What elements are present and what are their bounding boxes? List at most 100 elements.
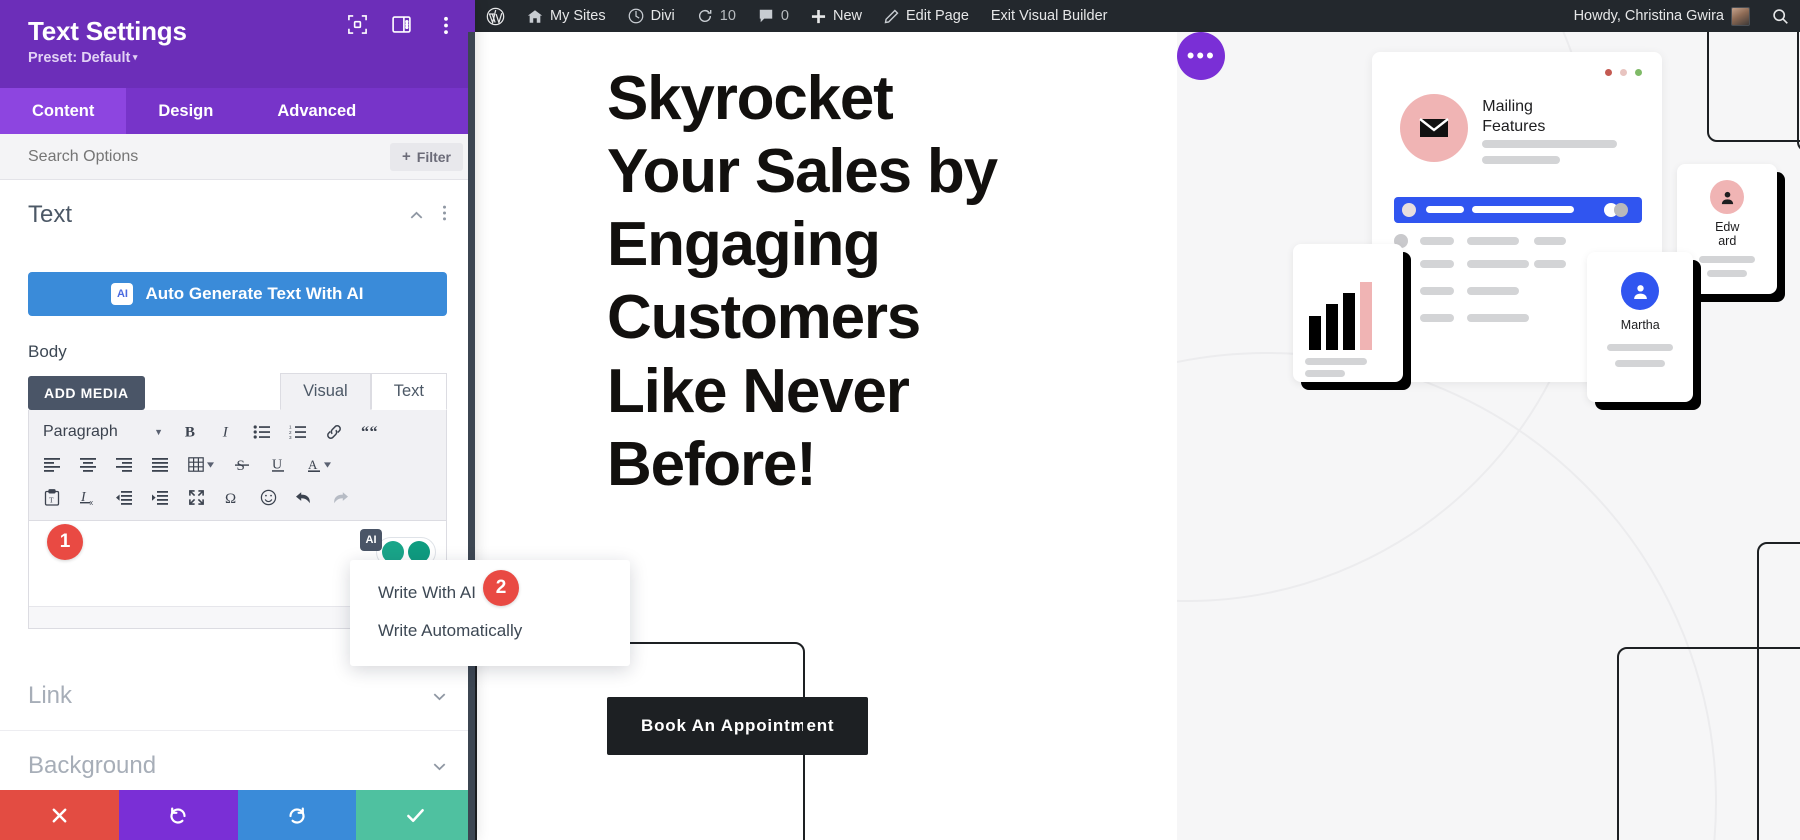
section-header-background[interactable]: Background [0,731,475,790]
special-character-icon[interactable]: Ω [215,482,249,513]
editor-topbar: ADD MEDIA Visual Text [28,372,447,410]
row-avatar [1402,203,1417,217]
filter-button[interactable]: + Filter [390,142,463,171]
panel-resize-handle[interactable] [468,32,475,840]
svg-text:x: x [90,500,94,506]
window-dot-green [1635,69,1643,76]
indent-icon[interactable] [143,482,177,513]
section-header-link[interactable]: Link [0,661,475,731]
format-select-value: Paragraph [43,422,118,440]
edward-name-line2: ard [1718,234,1737,248]
chevron-down-icon[interactable] [431,688,447,704]
comments-menu[interactable]: 0 [747,0,800,32]
divi-icon [628,8,644,24]
hero-left-column: Skyrocket Your Sales by Engaging Custome… [475,32,1191,840]
link-icon[interactable] [317,416,351,447]
italic-icon[interactable]: I [209,416,243,447]
outdent-icon[interactable] [107,482,141,513]
placeholder-bar [1467,314,1530,322]
fullscreen-icon[interactable] [179,482,213,513]
svg-text:I: I [221,424,228,440]
search-options-bar: + Filter [0,134,475,180]
my-sites-menu[interactable]: My Sites [516,0,617,32]
align-justify-icon[interactable] [143,449,177,480]
hero-right-column: Mailing Features Edw ard Martha ••• [1177,32,1800,840]
strikethrough-icon[interactable]: S [225,449,259,480]
edit-page-link[interactable]: Edit Page [873,0,980,32]
undo-icon[interactable] [287,482,321,513]
placeholder-bar [1482,156,1561,164]
account-menu[interactable]: Howdy, Christina Gwira [1563,0,1761,32]
placeholder-bar [1534,260,1567,268]
undo-button[interactable] [118,790,238,840]
placeholder-bar [1607,344,1674,351]
bulleted-list-icon[interactable] [245,416,279,447]
floating-action-button[interactable]: ••• [1177,32,1226,80]
layout-toggle-icon[interactable] [391,14,413,36]
tab-content[interactable]: Content [0,88,127,134]
updates-menu[interactable]: 10 [686,0,747,32]
svg-text:Ω: Ω [225,491,236,506]
add-media-button[interactable]: ADD MEDIA [28,376,145,410]
align-right-icon[interactable] [107,449,141,480]
window-dot-red [1605,69,1613,76]
tab-text[interactable]: Text [370,373,447,410]
admin-search-button[interactable] [1761,0,1800,32]
search-input[interactable] [28,147,390,166]
ai-icon[interactable]: AI [360,529,382,551]
align-left-icon[interactable] [35,449,69,480]
new-content-menu[interactable]: New [800,0,873,32]
tab-visual[interactable]: Visual [280,373,371,410]
chart-bar-4 [1360,282,1373,350]
menu-item-write-automatically[interactable]: Write Automatically [350,612,630,650]
align-center-icon[interactable] [71,449,105,480]
placeholder-bar [1420,260,1455,268]
wordpress-icon [486,7,505,26]
wordpress-admin-bar: My Sites Divi 10 0 New Edit Page Exit Vi… [475,0,1800,32]
section-tools-background [431,758,447,774]
divi-menu[interactable]: Divi [617,0,686,32]
redo-button[interactable] [237,790,357,840]
section-header-text[interactable]: Text [0,180,475,250]
emoji-icon[interactable] [251,482,285,513]
save-button[interactable] [356,790,475,840]
placeholder-bar [1420,314,1455,322]
edit-page-label: Edit Page [906,8,969,24]
redo-icon[interactable] [323,482,357,513]
mail-icon-circle [1400,94,1469,162]
divi-label: Divi [650,8,675,24]
settings-panel-footer [0,790,475,840]
editor-toolbar-row-1: Paragraph ▼ B I 1 2 3 “ “ [35,415,440,448]
chevron-down-icon[interactable] [431,758,447,774]
fullscreen-icon[interactable] [347,14,369,36]
numbered-list-icon[interactable]: 1 2 3 [281,416,315,447]
auto-generate-text-with-ai-button[interactable]: AI Auto Generate Text With AI [28,272,447,316]
section-more-icon[interactable] [442,204,447,226]
placeholder-bar [1699,256,1756,263]
chart-card [1293,244,1404,382]
edward-name-line1: Edw [1715,220,1740,234]
tab-advanced[interactable]: Advanced [245,88,388,134]
more-options-icon[interactable] [435,14,457,36]
wordpress-logo-button[interactable] [475,0,516,32]
placeholder-bar [1467,237,1520,245]
table-icon[interactable] [179,449,223,480]
page-title: Skyrocket Your Sales by Engaging Custome… [607,64,998,499]
blockquote-icon[interactable]: ““ [353,416,387,447]
tab-design[interactable]: Design [126,88,245,134]
paste-as-text-icon[interactable]: T [35,482,69,513]
preset-selector[interactable]: Preset: Default ▾ [28,50,453,66]
placeholder-bar [1707,270,1748,277]
underline-icon[interactable]: U [261,449,295,480]
format-select[interactable]: Paragraph ▼ [35,416,171,447]
page-canvas: Skyrocket Your Sales by Engaging Custome… [475,32,1800,840]
chevron-up-icon[interactable] [408,207,424,223]
text-color-icon[interactable]: A [297,449,341,480]
bold-icon[interactable]: B [173,416,207,447]
pencil-icon [884,9,899,24]
svg-text:3: 3 [289,435,292,440]
close-button[interactable] [0,790,119,840]
mail-card-title-line2: Features [1482,118,1546,135]
clear-formatting-icon[interactable]: Ix [71,482,105,513]
exit-visual-builder-link[interactable]: Exit Visual Builder [980,0,1119,32]
